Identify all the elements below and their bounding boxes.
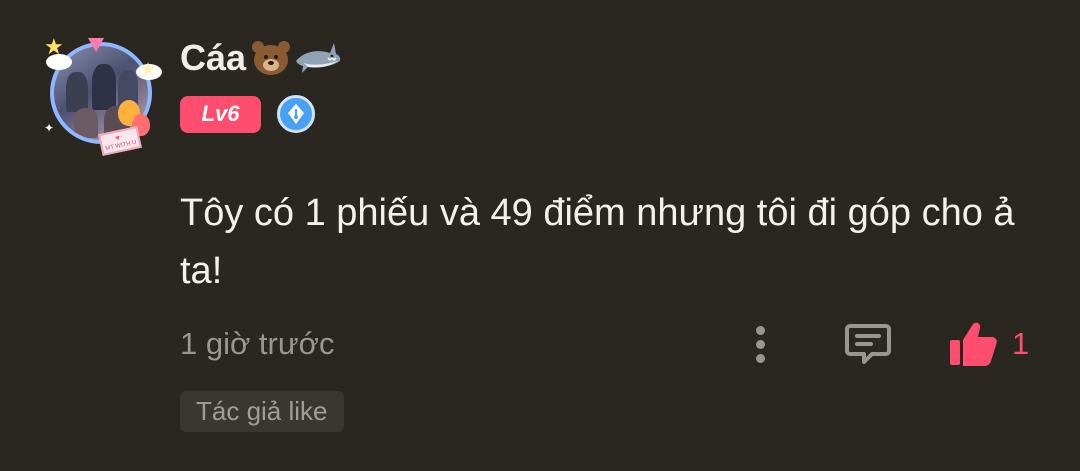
avatar-frame-flag	[88, 38, 104, 52]
reply-button[interactable]	[844, 321, 892, 367]
comment-text: Tôy có 1 phiếu và 49 điểm nhưng tôi đi g…	[180, 192, 1015, 292]
comment-reply-icon	[845, 324, 891, 364]
username[interactable]: Cáa	[180, 37, 246, 79]
avatar-figure	[66, 72, 88, 112]
more-options-button[interactable]	[748, 320, 772, 368]
like-button[interactable]: 1	[948, 320, 1029, 368]
level-badge[interactable]: Lv6	[180, 95, 261, 133]
author-liked-tag: Tác giả like	[180, 391, 344, 432]
like-count: 1	[1012, 326, 1030, 361]
bear-face-icon	[250, 39, 291, 77]
user-avatar[interactable]: ★ ★ ✦ ♥ MT WITH U	[44, 36, 164, 156]
comment-timestamp: 1 giờ trước	[180, 326, 335, 361]
sparkle-icon: ✦	[44, 121, 55, 135]
thumbs-up-icon	[950, 322, 997, 366]
avatar-figure	[74, 108, 98, 138]
avatar-figure	[92, 64, 116, 110]
shark-icon	[296, 43, 341, 73]
pen-nib-badge-icon[interactable]	[277, 95, 315, 133]
username-row[interactable]: Cáa	[180, 34, 342, 82]
star-icon: ★	[140, 59, 157, 79]
pen-nib-icon	[288, 104, 304, 124]
heart-icon: ♥	[114, 133, 121, 143]
star-icon: ★	[44, 34, 64, 59]
user-badges: Lv6	[180, 95, 315, 133]
more-vertical-icon	[755, 325, 765, 335]
